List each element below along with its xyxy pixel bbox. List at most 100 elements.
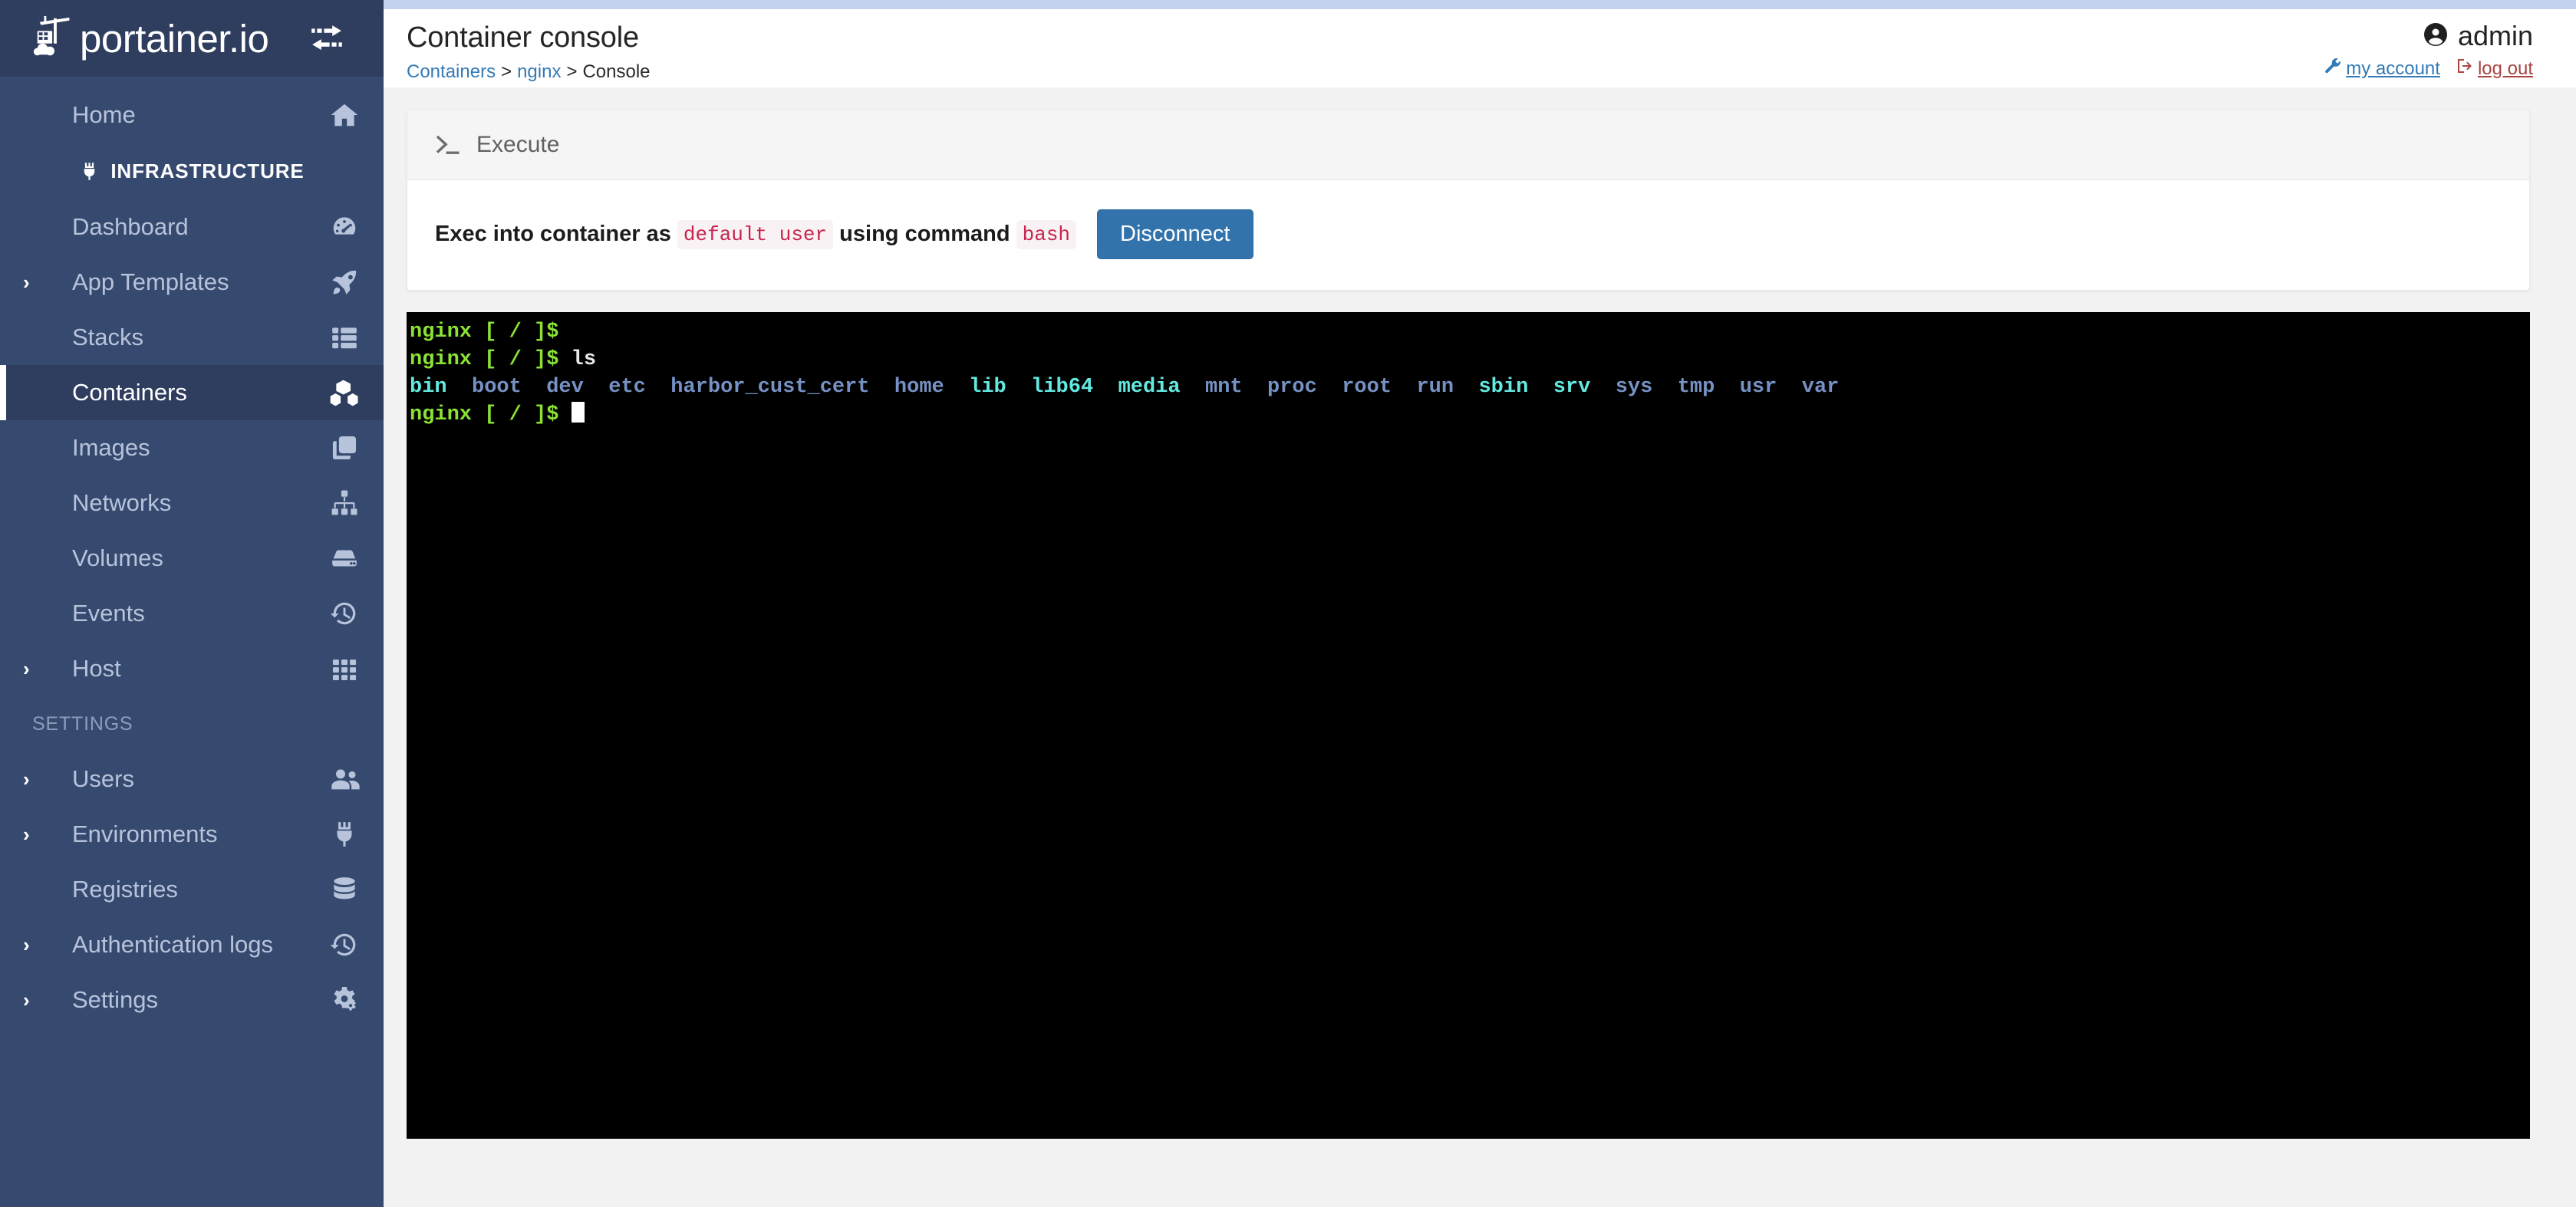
stacks-icon	[328, 321, 361, 354]
terminal-ls-entry: harbor_cust_cert	[670, 376, 870, 399]
terminal-ls-entry: lib64	[1031, 376, 1094, 399]
logout-icon	[2456, 57, 2474, 81]
terminal-ls-entry: var	[1801, 376, 1840, 399]
sidebar-item-label: Settings	[72, 986, 159, 1013]
terminal-ls-entry: bin	[410, 376, 447, 399]
database-icon	[328, 873, 361, 906]
breadcrumb-nginx[interactable]: nginx	[517, 61, 561, 83]
exec-description: Exec into container as default user usin…	[435, 219, 1077, 249]
sidebar-item-app-templates[interactable]: › App Templates	[0, 255, 384, 310]
history-icon	[328, 597, 361, 630]
terminal-prompt: nginx [ / ]$	[410, 321, 559, 344]
main-content: Container console Containers > nginx > C…	[384, 9, 2576, 1207]
terminal-gap	[1181, 376, 1205, 399]
sidebar-item-label: Users	[72, 765, 134, 792]
terminal-gap	[1243, 376, 1267, 399]
breadcrumb-current: Console	[582, 61, 651, 82]
exec-text-before: Exec into container as	[435, 222, 677, 246]
terminal-ls-entry: sys	[1615, 376, 1653, 399]
history-icon	[328, 929, 361, 961]
sidebar: portainer.io Home INFRASTRUCTURE Dashboa…	[0, 0, 384, 1207]
terminal-ls-entry: proc	[1267, 376, 1317, 399]
terminal-command: ls	[558, 348, 597, 371]
sidebar-toggle-icon[interactable]	[310, 25, 344, 52]
terminal-gap	[1652, 376, 1677, 399]
sidebar-item-label: Stacks	[72, 324, 144, 350]
terminal-gap	[646, 376, 670, 399]
terminal-gap	[870, 376, 894, 399]
terminal-ls-entry: media	[1118, 376, 1181, 399]
sidebar-item-label: Containers	[72, 379, 187, 406]
chevron-right-icon[interactable]: ›	[23, 935, 43, 955]
sidebar-item-label: Host	[72, 655, 121, 682]
chevron-right-icon[interactable]: ›	[23, 272, 43, 292]
terminal-gap	[1317, 376, 1342, 399]
terminal-ls-entry: srv	[1553, 376, 1591, 399]
log-out-link[interactable]: log out	[2456, 57, 2533, 81]
chevron-right-icon[interactable]: ›	[23, 659, 43, 679]
terminal-gap	[1777, 376, 1801, 399]
sidebar-section-infrastructure: INFRASTRUCTURE	[0, 143, 384, 199]
user-area: admin my account log out	[2324, 20, 2533, 81]
sidebar-item-networks[interactable]: ›Networks	[0, 475, 384, 531]
sidebar-menu: › Home INFRASTRUCTURE ›Dashboard›App Tem…	[0, 77, 384, 1028]
sidebar-item-containers[interactable]: ›Containers	[0, 365, 384, 420]
my-account-link[interactable]: my account	[2324, 57, 2440, 81]
sidebar-item-dashboard[interactable]: ›Dashboard	[0, 199, 384, 255]
sidebar-item-events[interactable]: ›Events	[0, 586, 384, 641]
terminal-line: nginx [ / ]$	[407, 318, 2530, 346]
terminal-ls-entry: root	[1342, 376, 1392, 399]
terminal-ls-entry: dev	[546, 376, 584, 399]
sidebar-item-images[interactable]: ›Images	[0, 420, 384, 475]
terminal-ls-entry: tmp	[1677, 376, 1715, 399]
chevron-right-icon[interactable]: ›	[23, 990, 43, 1010]
user-identity[interactable]: admin	[2324, 20, 2533, 52]
grid-icon	[328, 653, 361, 685]
dashboard-icon	[328, 211, 361, 243]
terminal-gap	[1006, 376, 1031, 399]
chevron-right-icon[interactable]: ›	[23, 769, 43, 789]
sidebar-item-environments[interactable]: › Environments	[0, 807, 384, 862]
sidebar-item-home[interactable]: › Home	[0, 87, 384, 143]
terminal-output[interactable]: nginx [ / ]$ nginx [ / ]$ ls bin boot dev …	[407, 312, 2530, 1139]
terminal-ls-entry: mnt	[1205, 376, 1243, 399]
sidebar-item-label: Dashboard	[72, 213, 189, 240]
containers-icon	[328, 377, 361, 409]
wrench-icon	[2324, 57, 2342, 81]
terminal-cursor	[571, 402, 585, 423]
chevron-right-icon[interactable]: ›	[23, 824, 43, 844]
plug-icon	[328, 818, 361, 850]
sidebar-item-label: Images	[72, 434, 150, 461]
breadcrumb-separator: >	[501, 61, 512, 82]
sidebar-item-settings[interactable]: › Settings	[0, 972, 384, 1028]
breadcrumb-separator: >	[566, 61, 578, 82]
sidebar-settings-list: › Users › Environments ›Registries › Authentic…	[0, 751, 384, 1028]
my-account-label: my account	[2346, 58, 2440, 79]
breadcrumb-containers[interactable]: Containers	[407, 61, 496, 83]
page-title: Container console	[407, 21, 639, 54]
sidebar-infrastructure-list: ›Dashboard›App Templates›Stacks›Containe…	[0, 199, 384, 696]
execute-panel-body: Exec into container as default user usin…	[407, 180, 2529, 290]
terminal-gap	[1590, 376, 1615, 399]
disconnect-button[interactable]: Disconnect	[1097, 209, 1253, 259]
sidebar-item-label: Authentication logs	[72, 931, 273, 958]
log-out-label: log out	[2477, 58, 2533, 79]
terminal-line: bin boot dev etc harbor_cust_cert home l…	[407, 373, 2530, 401]
terminal-ls-entry: lib	[969, 376, 1006, 399]
terminal-gap	[1528, 376, 1553, 399]
terminal-gap	[944, 376, 969, 399]
sidebar-item-registries[interactable]: ›Registries	[0, 862, 384, 917]
terminal-ls-entry: usr	[1739, 376, 1777, 399]
sidebar-item-label: Environments	[72, 821, 218, 847]
sidebar-item-volumes[interactable]: ›Volumes	[0, 531, 384, 586]
users-icon	[328, 763, 361, 795]
terminal-ls-entry: boot	[472, 376, 522, 399]
sidebar-item-host[interactable]: › Host	[0, 641, 384, 696]
brand-name: portainer.io	[80, 16, 269, 61]
sidebar-item-users[interactable]: › Users	[0, 751, 384, 807]
sidebar-item-authentication-logs[interactable]: › Authentication logs	[0, 917, 384, 972]
sidebar-logo[interactable]: portainer.io	[0, 0, 384, 77]
sidebar-item-stacks[interactable]: ›Stacks	[0, 310, 384, 365]
volumes-icon	[328, 542, 361, 574]
terminal-command	[558, 403, 571, 426]
